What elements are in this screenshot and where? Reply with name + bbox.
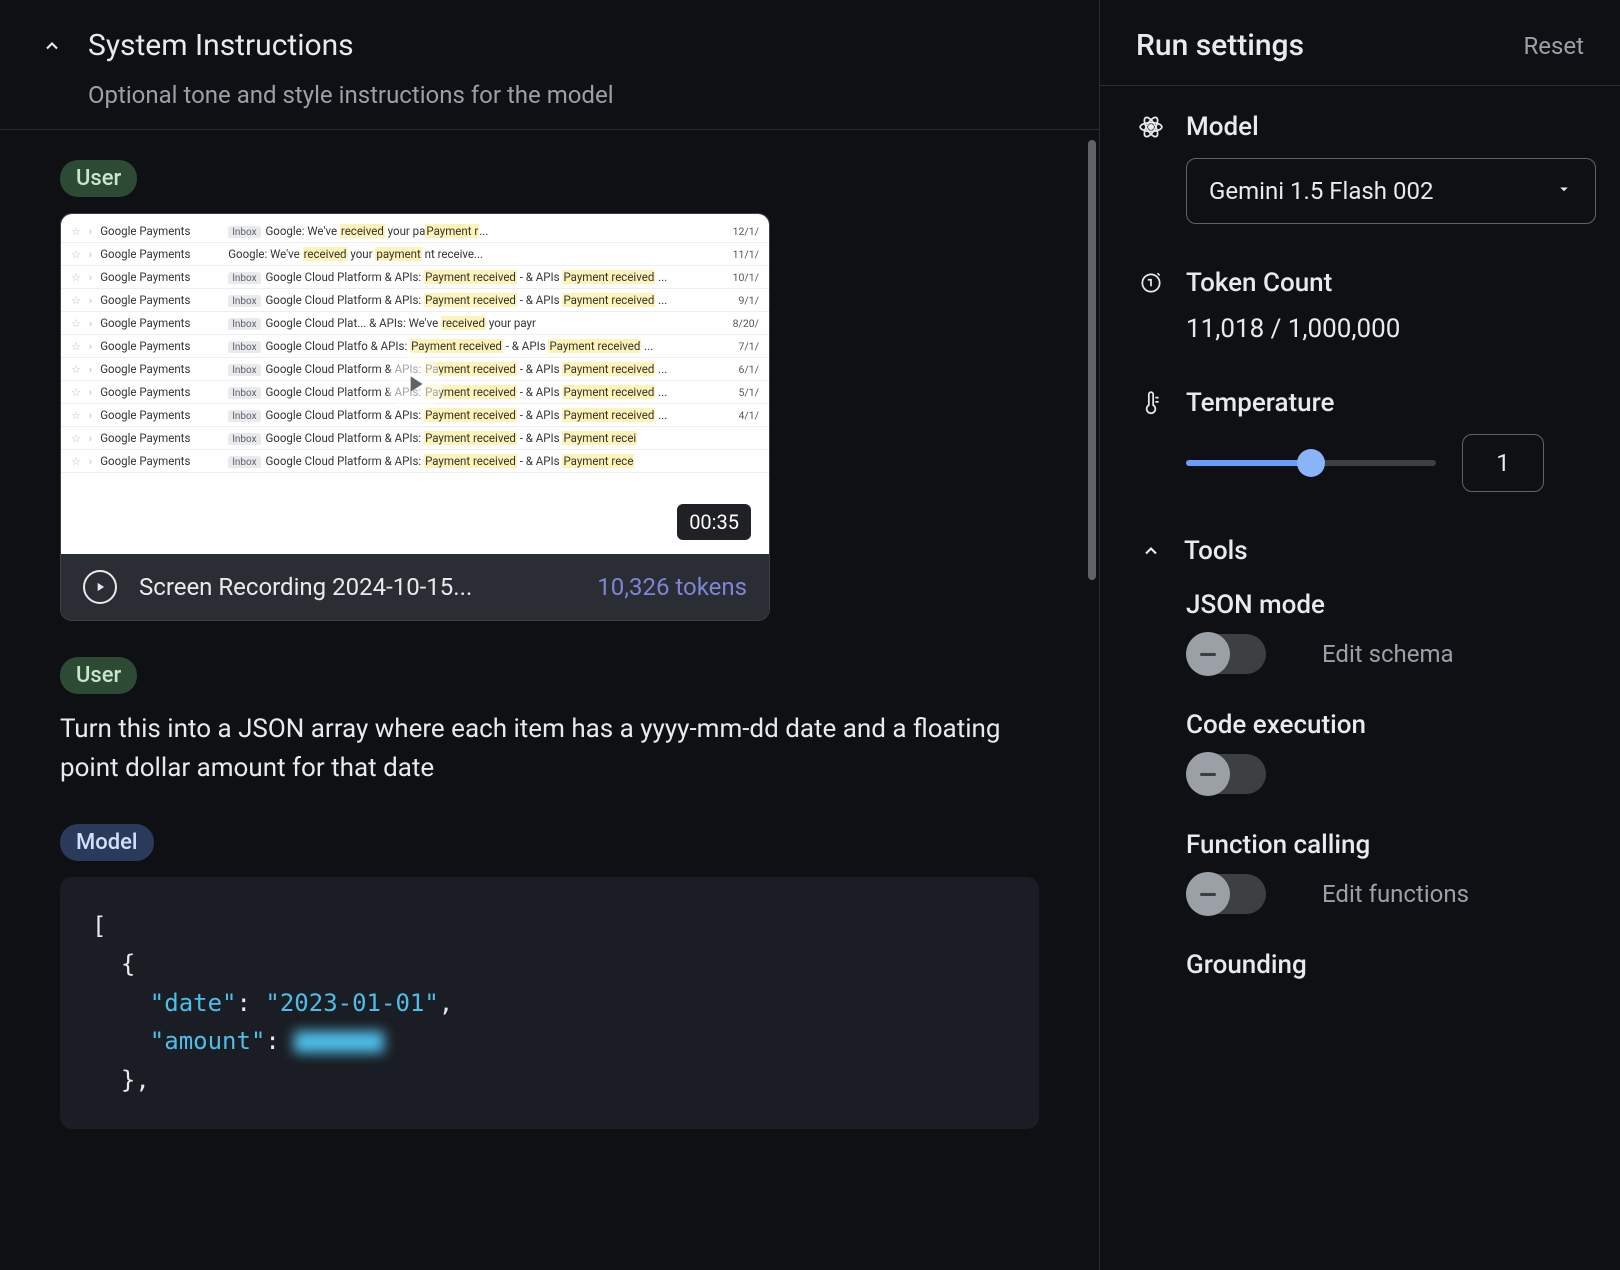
email-row: ☆›Google PaymentsInbox Google Cloud Plat… xyxy=(61,335,769,358)
system-instructions-title: System Instructions xyxy=(88,28,354,63)
main-panel: System Instructions Optional tone and st… xyxy=(0,0,1100,1270)
email-row: ☆›Google PaymentsInbox Google Cloud Plat… xyxy=(61,427,769,450)
model-section: Model Gemini 1.5 Flash 002 xyxy=(1136,112,1584,224)
model-code-output: [ { "date": "2023-01-01", "amount": }, xyxy=(60,877,1039,1129)
model-selected-value: Gemini 1.5 Flash 002 xyxy=(1209,177,1433,205)
temperature-section: Temperature 1 xyxy=(1136,388,1584,492)
role-badge-user: User xyxy=(60,160,137,197)
edit-functions-button[interactable]: Edit functions xyxy=(1322,880,1469,908)
tools-label: Tools xyxy=(1184,536,1248,566)
system-instructions-section: System Instructions Optional tone and st… xyxy=(0,0,1099,130)
temperature-slider[interactable] xyxy=(1186,460,1436,466)
run-settings-sidebar: Run settings Reset Model Gemini 1.5 Flas… xyxy=(1100,0,1620,1270)
temperature-input[interactable]: 1 xyxy=(1462,434,1544,492)
token-count-value: 11,018 / 1,000,000 xyxy=(1186,314,1584,344)
attachment-filename: Screen Recording 2024-10-15... xyxy=(139,573,472,601)
tool-function-calling: Function calling Edit functions xyxy=(1186,830,1584,914)
chevron-up-icon[interactable] xyxy=(1136,536,1166,566)
grounding-label: Grounding xyxy=(1186,950,1584,980)
video-attachment[interactable]: ☆›Google PaymentsInbox Google: We've rec… xyxy=(60,213,770,621)
attachment-footer: Screen Recording 2024-10-15... 10,326 to… xyxy=(61,554,769,620)
function-calling-toggle[interactable] xyxy=(1186,874,1266,914)
tool-json-mode: JSON mode Edit schema xyxy=(1186,590,1584,674)
reset-button[interactable]: Reset xyxy=(1524,32,1584,60)
json-mode-toggle[interactable] xyxy=(1186,634,1266,674)
json-mode-label: JSON mode xyxy=(1186,590,1584,620)
sidebar-title: Run settings xyxy=(1136,28,1304,63)
edit-schema-button[interactable]: Edit schema xyxy=(1322,640,1454,668)
email-row: ☆›Google PaymentsInbox Google Cloud Plat… xyxy=(61,312,769,335)
model-label: Model xyxy=(1186,112,1259,142)
email-row: ☆›Google PaymentsGoogle: We've received … xyxy=(61,243,769,266)
code-execution-label: Code execution xyxy=(1186,710,1584,740)
video-duration: 00:35 xyxy=(677,504,751,540)
thermometer-icon xyxy=(1136,388,1166,418)
token-count-section: Token Count 11,018 / 1,000,000 xyxy=(1136,268,1584,344)
tools-section: Tools JSON mode Edit schema Code executi… xyxy=(1136,536,1584,980)
role-badge-user: User xyxy=(60,657,137,694)
temperature-label: Temperature xyxy=(1186,388,1335,418)
scrollbar[interactable] xyxy=(1088,140,1096,580)
redacted-amount xyxy=(294,1031,384,1053)
model-select[interactable]: Gemini 1.5 Flash 002 xyxy=(1186,158,1596,224)
tool-grounding: Grounding xyxy=(1186,950,1584,980)
email-row: ☆›Google PaymentsInbox Google Cloud Plat… xyxy=(61,450,769,473)
token-icon xyxy=(1136,268,1166,298)
token-count-label: Token Count xyxy=(1186,268,1332,298)
tool-code-execution: Code execution xyxy=(1186,710,1584,794)
chevron-up-icon[interactable] xyxy=(40,34,64,58)
role-badge-model: Model xyxy=(60,824,154,861)
play-button[interactable] xyxy=(83,570,117,604)
attachment-preview: ☆›Google PaymentsInbox Google: We've rec… xyxy=(61,214,769,554)
slider-thumb[interactable] xyxy=(1297,449,1325,477)
user-prompt-text[interactable]: Turn this into a JSON array where each i… xyxy=(60,710,1039,788)
email-row: ☆›Google PaymentsInbox Google Cloud Plat… xyxy=(61,289,769,312)
atom-icon xyxy=(1136,112,1166,142)
conversation-area: User ☆›Google PaymentsInbox Google: We'v… xyxy=(0,130,1099,1270)
email-row: ☆›Google PaymentsInbox Google Cloud Plat… xyxy=(61,266,769,289)
function-calling-label: Function calling xyxy=(1186,830,1584,860)
code-execution-toggle[interactable] xyxy=(1186,754,1266,794)
chevron-down-icon xyxy=(1555,180,1573,202)
attachment-token-count: 10,326 tokens xyxy=(597,573,747,601)
email-row: ☆›Google PaymentsInbox Google: We've rec… xyxy=(61,220,769,243)
system-instructions-description[interactable]: Optional tone and style instructions for… xyxy=(88,81,1039,109)
play-icon[interactable] xyxy=(387,356,443,412)
